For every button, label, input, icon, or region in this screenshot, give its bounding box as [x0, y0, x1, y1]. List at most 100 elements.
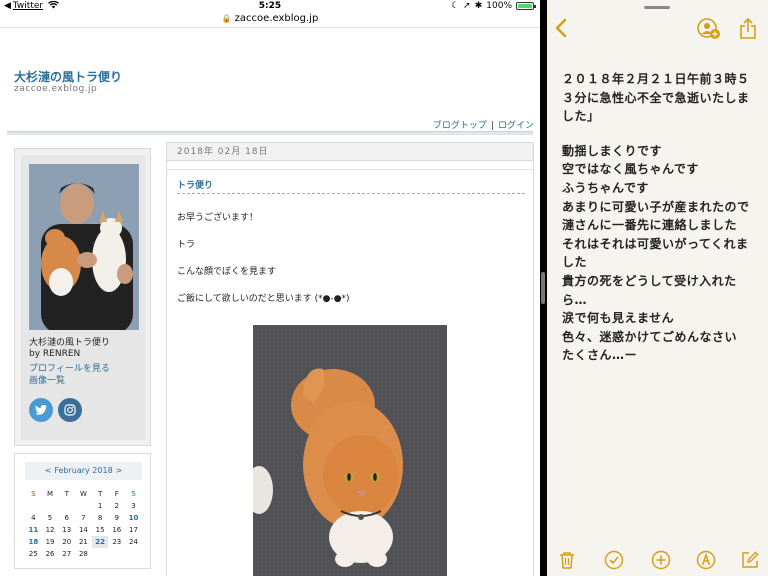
twitter-icon: [35, 405, 47, 415]
chevron-left-icon: [555, 18, 567, 38]
post-content: トラ便り お早うございます！ トラ こんな顔でぼくを見ます ご飯にして欲しいのだ…: [167, 169, 533, 576]
calendar-next-button[interactable]: >: [116, 466, 123, 475]
profile-author: by RENREN: [29, 349, 81, 359]
note-line: 動揺しまくりです: [562, 143, 663, 158]
login-link[interactable]: ログイン: [498, 121, 534, 131]
url-bar[interactable]: 🔒 zaccoe.exblog.jp: [0, 13, 540, 28]
calendar-day: 4: [31, 514, 36, 522]
checklist-button[interactable]: [604, 550, 624, 570]
add-button[interactable]: [651, 550, 671, 570]
note-line: 貴方の死をどうして受け入れた: [562, 273, 737, 288]
calendar-day: 23: [112, 538, 122, 546]
calendar-day-link[interactable]: 18: [25, 536, 42, 548]
note-line: ら…: [562, 292, 588, 307]
battery-fill: [518, 4, 532, 8]
delete-note-button[interactable]: [557, 550, 577, 570]
blog-header: 大杉漣の風トラ便り zaccoe.exblog.jp: [0, 28, 540, 128]
post-line: こんな顔でぼくを見ます: [177, 267, 277, 277]
post-date: 2018年 02月 18日: [167, 143, 533, 161]
calendar-day: 28: [78, 550, 88, 558]
instagram-button[interactable]: [58, 398, 82, 422]
checklist-icon: [604, 550, 624, 570]
slideover-grabber[interactable]: [644, 6, 670, 9]
post-cat-photo[interactable]: [253, 325, 447, 576]
calendar-day: [42, 500, 59, 512]
calendar-day: 27: [62, 550, 72, 558]
calendar-day: [25, 500, 42, 512]
calendar-day-link[interactable]: 11: [25, 524, 42, 536]
weekday-label: F: [114, 490, 119, 498]
note-line: した: [562, 255, 588, 270]
weekday-label: S: [131, 490, 136, 498]
calendar-day: 24: [129, 538, 138, 546]
calendar-day: [125, 548, 142, 560]
calendar-day-today[interactable]: 22: [91, 536, 109, 548]
profile-photo[interactable]: [29, 164, 139, 330]
compose-button[interactable]: [740, 550, 760, 570]
weekday-label: W: [79, 490, 87, 498]
calendar-day: [92, 548, 109, 560]
calendar-day: 8: [97, 514, 103, 522]
images-link[interactable]: 画像一覧: [29, 373, 65, 386]
blog-top-link[interactable]: ブログトップ: [433, 121, 487, 131]
notes-pane: ２０１８年２月２１日午前３時５ ３分に急性心不全で急逝いたしま した」 動揺しま…: [547, 0, 768, 576]
calendar-day: 5: [47, 514, 53, 522]
post-title-rule: [177, 193, 525, 194]
header-divider: [7, 131, 533, 135]
instagram-icon: [64, 404, 76, 416]
calendar-grid: S M T W T F S 1 2 3 4 5 6 7 8 9 10 11 12…: [25, 488, 142, 560]
markup-button[interactable]: [696, 550, 716, 570]
url-domain: zaccoe.exblog.jp: [234, 13, 319, 24]
calendar-day: 9: [114, 514, 120, 522]
weekday-label: S: [31, 490, 36, 498]
profile-box: 大杉漣の風トラ便り by RENREN プロフィールを見る 画像一覧: [14, 148, 151, 446]
calendar-day: 3: [131, 502, 136, 510]
calendar-prev-button[interactable]: <: [45, 466, 52, 475]
note-line: 空ではなく風ちゃんです: [562, 162, 699, 177]
safari-pane: ◀ Twitter 5:25 ☾ ➚ ✱ 100% 🔒 zaccoe.exblog…: [0, 0, 540, 576]
post-line: ご飯にして欲しいのだと思います (*●-●*): [177, 294, 350, 304]
note-line: ３分に急性心不全で急逝いたしま: [562, 90, 750, 105]
notes-back-button[interactable]: [555, 18, 567, 43]
calendar-day: 12: [45, 526, 55, 534]
note-paragraph: ２０１８年２月２１日午前３時５ ３分に急性心不全で急逝いたしま した」: [562, 70, 762, 126]
calendar-day: 17: [129, 526, 138, 534]
status-bar: ◀ Twitter 5:25 ☾ ➚ ✱ 100%: [0, 0, 540, 13]
status-right: ☾ ➚ ✱ 100%: [451, 1, 536, 11]
battery-percent: 100%: [486, 1, 512, 11]
bluetooth-icon: ✱: [474, 1, 483, 11]
calendar-day-link[interactable]: 10: [125, 512, 142, 524]
markup-icon: [696, 550, 716, 570]
share-button[interactable]: [739, 17, 757, 44]
add-icon: [651, 550, 671, 570]
calendar-day: 1: [97, 502, 103, 510]
location-icon: ➚: [463, 1, 471, 11]
blog-url: zaccoe.exblog.jp: [14, 84, 98, 94]
blog-title[interactable]: 大杉漣の風トラ便り: [14, 68, 122, 85]
note-body[interactable]: ２０１８年２月２１日午前３時５ ３分に急性心不全で急逝いたしま した」 動揺しま…: [562, 70, 762, 381]
calendar-week: 11 12 13 14 15 16 17: [25, 524, 142, 536]
calendar-box: < February 2018 > S M T W T F S 1 2 3 4 …: [14, 453, 151, 569]
note-line: 涙で何も見えません: [562, 311, 675, 326]
calendar-day: 16: [112, 526, 122, 534]
split-view-handle[interactable]: [541, 272, 545, 304]
calendar-day: 19: [45, 538, 55, 546]
post-box: 2018年 02月 18日 トラ便り お早うございます！ トラ こんな顔でぼくを…: [166, 142, 534, 576]
add-people-button[interactable]: [697, 18, 721, 44]
moon-icon: ☾: [451, 1, 460, 11]
top-links: ブログトップ | ログイン: [433, 118, 534, 131]
calendar-day: 13: [62, 526, 72, 534]
weekday-label: M: [47, 490, 54, 498]
calendar-week: 18 19 20 21 22 23 24: [25, 536, 142, 548]
calendar-weekday-row: S M T W T F S: [25, 488, 142, 500]
calendar-day: 25: [28, 550, 38, 558]
weekday-label: T: [97, 490, 103, 498]
battery-icon: [516, 2, 536, 10]
twitter-button[interactable]: [29, 398, 53, 422]
post-title[interactable]: トラ便り: [177, 178, 213, 191]
calendar-header: < February 2018 >: [25, 462, 142, 480]
note-line: それはそれは可愛いがってくれま: [562, 236, 749, 251]
share-icon: [740, 17, 756, 39]
calendar-day: [58, 500, 75, 512]
note-line: 漣さんに一番先に連絡しました: [562, 218, 738, 233]
